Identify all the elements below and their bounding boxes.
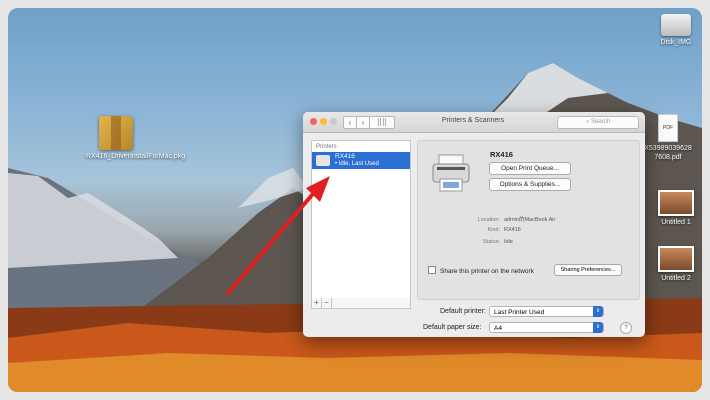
default-paper-size-select[interactable]: A4 ⇕ [489, 322, 604, 333]
pdf-icon: PDF [658, 114, 678, 142]
printers-list-footer: + − [311, 298, 411, 309]
kind-row: Kind: RX416 [432, 227, 632, 233]
chevron-updown-icon: ⇕ [593, 322, 603, 333]
printer-detail-name: RX416 [490, 150, 513, 159]
sharing-preferences-button[interactable]: Sharing Preferences... [554, 264, 622, 276]
screenshot-desktop-icon[interactable]: Untitled 1 [654, 190, 698, 227]
default-printer-label: Default printer: [440, 308, 486, 315]
default-paper-size-label: Default paper size: [423, 324, 482, 331]
printer-name: RX416 [335, 153, 355, 160]
search-icon: ⌕ [585, 119, 590, 125]
options-and-supplies-button[interactable]: Options & Supplies... [489, 178, 571, 191]
kind-value: RX416 [504, 227, 521, 233]
minimize-window-button[interactable] [320, 118, 327, 125]
desktop-icon-label: Untitled 1 [661, 219, 691, 226]
share-printer-option[interactable]: Share this printer on the network [428, 266, 534, 275]
installer-package-desktop-icon[interactable]: RX416_DriverInstallForMac.pkg [86, 116, 186, 161]
open-print-queue-button[interactable]: Open Print Queue... [489, 162, 571, 175]
status-label: Status: [482, 239, 500, 245]
search-placeholder: Search [591, 119, 611, 125]
pdf-desktop-icon[interactable]: PDF X53989039628 7608.pdf [638, 114, 698, 162]
desktop-icon-label: Untitled 2 [661, 275, 691, 282]
chevron-updown-icon: ⇕ [593, 306, 603, 317]
disk-icon [661, 14, 691, 36]
back-button[interactable]: ‹ [343, 116, 357, 129]
desktop-icon-label: RX416_DriverInstallForMac.pkg [86, 153, 186, 160]
show-all-grid-button[interactable]: ⣿⣿ [369, 116, 395, 129]
default-paper-size-value: A4 [494, 325, 502, 332]
search-field[interactable]: ⌕ Search [557, 116, 639, 129]
printer-list-item-rx416[interactable]: RX416 • Idle, Last Used [312, 152, 410, 169]
printer-detail-panel: RX416 Open Print Queue... Options & Supp… [417, 140, 640, 300]
add-printer-button[interactable]: + [312, 298, 322, 308]
close-window-button[interactable] [310, 118, 317, 125]
default-printer-value: Last Printer Used [494, 309, 545, 316]
window-title: Printers & Scanners [441, 117, 505, 124]
desktop-icon-label: Disk_IMG [660, 39, 692, 46]
status-value: Idle [504, 239, 513, 245]
status-row: Status: Idle [432, 239, 632, 245]
image-thumbnail-icon [658, 246, 694, 272]
help-button[interactable]: ? [620, 322, 632, 334]
zoom-window-button[interactable] [330, 118, 337, 125]
printers-and-scanners-window: ‹ › ⣿⣿ Printers & Scanners ⌕ Search Prin… [303, 112, 645, 337]
window-titlebar[interactable]: ‹ › ⣿⣿ Printers & Scanners ⌕ Search [303, 112, 645, 133]
image-thumbnail-icon [658, 190, 694, 216]
printers-list-header: Printers [316, 144, 337, 150]
screenshot-desktop-icon[interactable]: Untitled 2 [654, 246, 698, 283]
kind-label: Kind: [487, 227, 500, 233]
share-printer-checkbox[interactable] [428, 266, 436, 274]
location-label: Location: [477, 217, 500, 223]
location-value: admin的MacBook Air [504, 217, 556, 223]
share-printer-label: Share this printer on the network [440, 268, 534, 275]
default-printer-select[interactable]: Last Printer Used ⇕ [489, 306, 604, 317]
printers-list-panel: Printers RX416 • Idle, Last Used [311, 140, 411, 300]
printer-icon [316, 155, 330, 166]
remove-printer-button[interactable]: − [322, 298, 332, 308]
package-icon [99, 116, 133, 150]
screenshot-frame: RX416_DriverInstallForMac.pkg Disk_IMG P… [8, 8, 702, 392]
disk-image-desktop-icon[interactable]: Disk_IMG [654, 14, 698, 47]
forward-button[interactable]: › [356, 116, 370, 129]
printer-status: • Idle, Last Used [335, 161, 379, 167]
printer-large-icon [432, 154, 470, 192]
desktop-icon-label: X53989039628 7608.pdf [644, 145, 692, 161]
location-row: Location: admin的MacBook Air [432, 215, 632, 223]
